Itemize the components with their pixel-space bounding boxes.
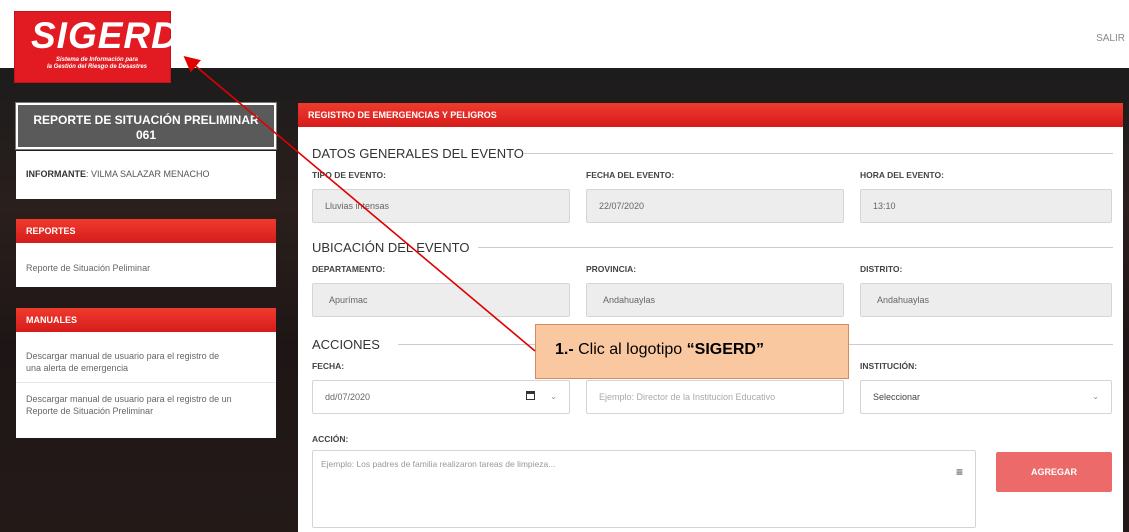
chevron-down-icon[interactable]: ⌄	[550, 392, 557, 401]
distrito-field[interactable]: Andahuaylas	[860, 283, 1112, 317]
hora-evento-label: HORA DEL EVENTO:	[860, 170, 944, 180]
reportes-list: Reporte de Situación Peliminar	[16, 243, 276, 287]
ubicacion-title: UBICACIÓN DEL EVENTO	[312, 240, 470, 255]
logo-subtitle-line-1: Sistema de Información para	[55, 57, 139, 63]
tipo-evento-field[interactable]: Lluvias intensas	[312, 189, 570, 223]
datos-generales-title: DATOS GENERALES DEL EVENTO	[312, 146, 524, 161]
provincia-field[interactable]: Andahuaylas	[586, 283, 844, 317]
reportes-header: REPORTES	[16, 219, 276, 243]
institucion-label: INSTITUCIÓN:	[860, 361, 918, 371]
tipo-evento-label: TIPO DE EVENTO:	[312, 170, 386, 180]
report-title: REPORTE DE SITUACIÓN PRELIMINAR	[33, 113, 259, 127]
section-divider	[478, 247, 1113, 248]
callout-step: 1.-	[555, 341, 574, 358]
report-title-card: REPORTE DE SITUACIÓN PRELIMINAR 061	[15, 102, 277, 150]
manuales-list: Descargar manual de usuario para el regi…	[16, 332, 276, 438]
sigerd-logo[interactable]: SIGERD Sistema de Información para la Ge…	[14, 11, 178, 83]
main-panel: REGISTRO DE EMERGENCIAS Y PELIGROS DATOS…	[298, 103, 1123, 532]
institucion-select[interactable]: Seleccionar ⌄	[860, 380, 1112, 414]
provincia-label: PROVINCIA:	[586, 264, 637, 274]
menu-lines-icon: ≡	[955, 465, 963, 479]
callout-target: “SIGERD”	[686, 341, 764, 358]
logo-title: SIGERD	[31, 15, 179, 56]
manual-item-alerta[interactable]: Descargar manual de usuario para el regi…	[16, 332, 276, 383]
informante-box: INFORMANTE: VILMA SALAZAR MENACHO	[16, 151, 276, 199]
acciones-title: ACCIONES	[312, 337, 380, 352]
departamento-field[interactable]: Apurímac	[312, 283, 570, 317]
agregar-button[interactable]: AGREGAR	[996, 452, 1112, 492]
fecha-evento-field[interactable]: 22/07/2020	[586, 189, 844, 223]
callout-text: Clic al logotipo	[578, 341, 683, 358]
informante-label: INFORMANTE	[26, 169, 86, 179]
distrito-label: DISTRITO:	[860, 264, 903, 274]
logout-link[interactable]: SALIR	[1096, 33, 1125, 44]
reportes-item-situacion[interactable]: Reporte de Situación Peliminar	[16, 243, 276, 274]
main-panel-header: REGISTRO DE EMERGENCIAS Y PELIGROS	[298, 103, 1123, 127]
section-divider	[523, 153, 1113, 154]
calendar-icon[interactable]	[526, 391, 535, 400]
logo-subtitle: Sistema de Información para la Gestión d…	[27, 57, 167, 71]
departamento-label: DEPARTAMENTO:	[312, 264, 386, 274]
accion-label: ACCIÓN:	[312, 434, 349, 444]
chevron-down-icon: ⌄	[1092, 392, 1099, 401]
manuales-header: MANUALES	[16, 308, 276, 332]
informante-value: : VILMA SALAZAR MENACHO	[86, 169, 210, 179]
report-number: 061	[135, 128, 157, 142]
manual-item-reporte[interactable]: Descargar manual de usuario para el regi…	[16, 383, 276, 417]
accion-fecha-value: dd/07/2020	[325, 392, 371, 402]
hora-evento-field[interactable]: 13:10	[860, 189, 1112, 223]
fecha-evento-label: FECHA DEL EVENTO:	[586, 170, 675, 180]
accion-fecha-label: FECHA:	[312, 361, 345, 371]
responsable-input[interactable]: Ejemplo: Director de la Institucion Educ…	[586, 380, 844, 414]
accion-textarea[interactable]: Ejemplo: Los padres de familia realizaro…	[312, 450, 976, 528]
accion-fecha-input[interactable]: dd/07/2020 ⌄	[312, 380, 570, 414]
logo-subtitle-line-2: la Gestión del Riesgo de Desastres	[46, 64, 148, 70]
institucion-value: Seleccionar	[873, 392, 921, 402]
instruction-callout: 1.- Clic al logotipo “SIGERD”	[535, 324, 849, 379]
accion-placeholder: Ejemplo: Los padres de familia realizaro…	[321, 459, 556, 469]
